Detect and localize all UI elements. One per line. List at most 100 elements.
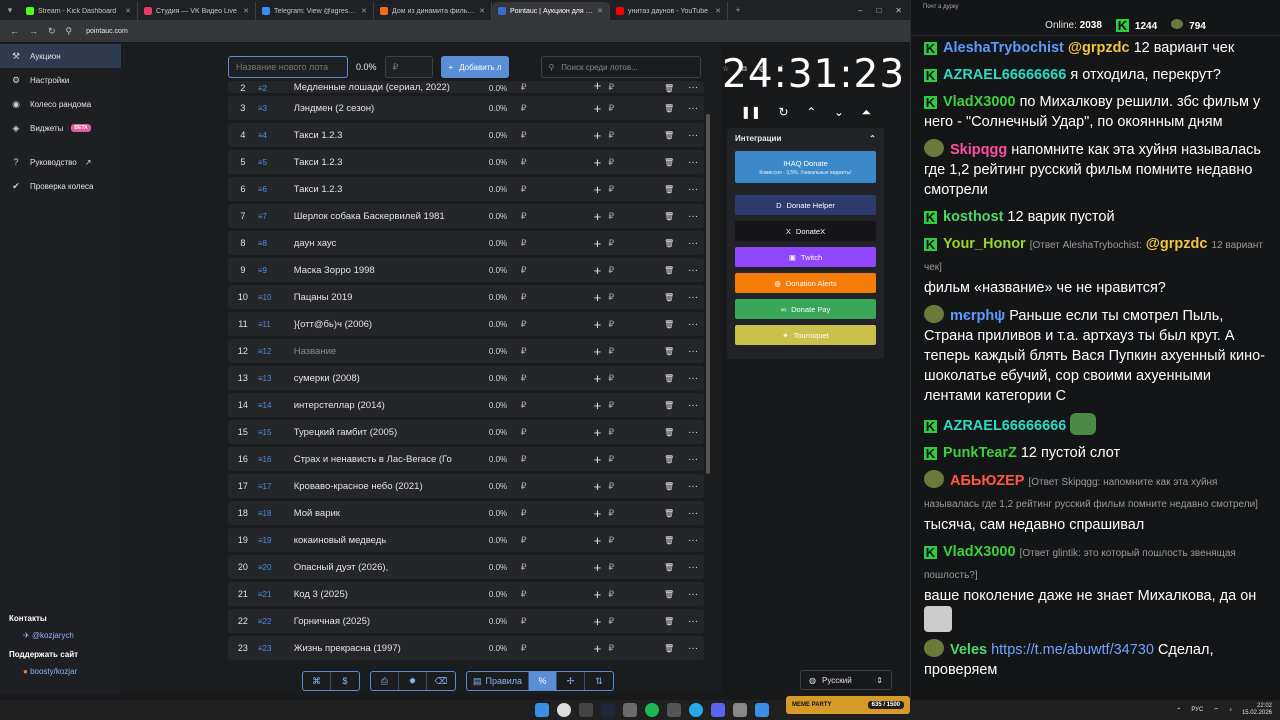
- explorer-icon[interactable]: [579, 703, 593, 717]
- lot-id[interactable]: ≡19: [258, 536, 294, 545]
- browser-tab[interactable]: унитаз даунов - YouTube ✕: [610, 2, 728, 20]
- lot-name-input[interactable]: Такси 1.2.3: [294, 130, 489, 141]
- lot-id[interactable]: ≡17: [258, 482, 294, 491]
- lot-add-input[interactable]: ₽: [608, 184, 656, 195]
- lot-search-input[interactable]: ⚲ Поиск среди лотов...: [541, 56, 702, 78]
- chat-username[interactable]: АБЬЮZЕР: [950, 473, 1024, 489]
- chat-username[interactable]: PunkTearZ: [943, 445, 1017, 461]
- more-icon[interactable]: ···: [682, 427, 704, 438]
- add-amount-button[interactable]: +: [586, 209, 608, 224]
- add-amount-button[interactable]: +: [586, 101, 608, 116]
- lot-name-input[interactable]: Страх и ненависть в Лас-Вегасе (Го: [294, 454, 489, 465]
- maximize-button[interactable]: □: [876, 6, 881, 15]
- more-icon[interactable]: ···: [682, 157, 704, 168]
- spotify-icon[interactable]: [645, 703, 659, 717]
- add-amount-button[interactable]: +: [586, 479, 608, 494]
- app2-icon[interactable]: [733, 703, 747, 717]
- chat-username[interactable]: Your_Honor: [943, 236, 1026, 252]
- more-icon[interactable]: ···: [682, 481, 704, 492]
- browser-tab[interactable]: Stream - Kick Dashboard ✕: [20, 2, 138, 20]
- add-amount-button[interactable]: +: [586, 236, 608, 251]
- more-icon[interactable]: ···: [682, 535, 704, 546]
- telegram-taskbar-icon[interactable]: [689, 703, 703, 717]
- delete-icon[interactable]: 🗑: [656, 590, 682, 599]
- reset-icon[interactable]: ↻: [779, 105, 789, 120]
- lot-id[interactable]: ≡9: [258, 266, 294, 275]
- more-icon[interactable]: ···: [682, 508, 704, 519]
- lot-add-input[interactable]: ₽: [608, 643, 656, 654]
- new-lot-input[interactable]: Название нового лота: [228, 56, 348, 78]
- chat-username[interactable]: kosthost: [943, 209, 1003, 225]
- add-amount-button[interactable]: +: [586, 155, 608, 170]
- browser-tab[interactable]: Дом из динамита фильм, 2025 ✕: [374, 2, 492, 20]
- lot-add-input[interactable]: ₽: [608, 454, 656, 465]
- chrome-icon[interactable]: [557, 703, 571, 717]
- delete-icon[interactable]: 🗑: [656, 536, 682, 545]
- more-icon[interactable]: ···: [682, 82, 704, 93]
- more-icon[interactable]: ···: [682, 103, 704, 114]
- add-amount-button[interactable]: +: [586, 344, 608, 359]
- url-text[interactable]: pointauc.com: [86, 28, 128, 35]
- integration-donate-pay-button[interactable]: ∞ Donate Pay: [735, 299, 876, 319]
- more-icon[interactable]: ···: [682, 319, 704, 330]
- lot-list-scrollbar[interactable]: [706, 114, 710, 474]
- delete-icon[interactable]: 🗑: [656, 239, 682, 248]
- add-amount-button[interactable]: +: [586, 533, 608, 548]
- lot-name-input[interactable]: Маска Зорро 1998: [294, 265, 489, 276]
- clear-button[interactable]: ⌫: [427, 672, 455, 690]
- back-icon[interactable]: ←: [10, 26, 19, 36]
- delete-icon[interactable]: 🗑: [656, 509, 682, 518]
- more-icon[interactable]: ···: [682, 130, 704, 141]
- integration-donation-alerts-button[interactable]: ◍ Donation Alerts: [735, 273, 876, 293]
- new-tab-button[interactable]: +: [728, 0, 748, 20]
- lot-add-input[interactable]: ₽: [608, 589, 656, 600]
- tray-up-icon[interactable]: ⌃: [1176, 707, 1181, 714]
- decrease-icon[interactable]: ⌄: [834, 105, 844, 120]
- lot-name-input[interactable]: Жизнь прекрасна (1997): [294, 643, 489, 654]
- github-button[interactable]: ⌘: [303, 672, 331, 690]
- chat-username[interactable]: AZRAEL66666666: [943, 67, 1066, 83]
- delete-icon[interactable]: 🗑: [656, 84, 682, 93]
- more-icon[interactable]: ···: [682, 292, 704, 303]
- lot-id[interactable]: ≡10: [258, 293, 294, 302]
- clock[interactable]: 22:02 15.02.2026: [1242, 703, 1272, 717]
- lot-id[interactable]: ≡20: [258, 563, 294, 572]
- telegram-link[interactable]: ✈ @kozjarych: [23, 631, 78, 640]
- tab-close-icon[interactable]: ✕: [715, 7, 721, 15]
- lot-add-input[interactable]: ₽: [608, 319, 656, 330]
- add-amount-button[interactable]: +: [586, 641, 608, 656]
- lot-id[interactable]: ≡3: [258, 104, 294, 113]
- more-icon[interactable]: ···: [682, 643, 704, 654]
- obs-icon[interactable]: [667, 703, 681, 717]
- chat-link[interactable]: https://t.me/abuwtf/34730: [991, 642, 1154, 658]
- app3-icon[interactable]: [755, 703, 769, 717]
- lot-add-input[interactable]: ₽: [608, 616, 656, 627]
- more-icon[interactable]: ···: [682, 616, 704, 627]
- delete-icon[interactable]: 🗑: [656, 212, 682, 221]
- lot-add-input[interactable]: ₽: [608, 265, 656, 276]
- sidebar-item-wheel-check[interactable]: ✔ Проверка колеса: [0, 174, 121, 198]
- lot-name-input[interactable]: интерстеллар (2014): [294, 400, 489, 411]
- lot-add-input[interactable]: ₽: [608, 535, 656, 546]
- lot-add-input[interactable]: ₽: [608, 103, 656, 114]
- integration-twitch-button[interactable]: ▣ Twitch: [735, 247, 876, 267]
- expand-button[interactable]: ✢: [557, 672, 586, 690]
- rules-button[interactable]: ▤ Правила: [467, 672, 530, 690]
- lot-add-input[interactable]: ₽: [608, 157, 656, 168]
- increase-icon[interactable]: ⌃: [806, 105, 816, 120]
- more-icon[interactable]: ···: [682, 211, 704, 222]
- lot-add-input[interactable]: ₽: [608, 400, 656, 411]
- lot-add-input[interactable]: ₽: [608, 292, 656, 303]
- forward-icon[interactable]: →: [29, 26, 38, 36]
- delete-icon[interactable]: 🗑: [656, 293, 682, 302]
- new-lot-amount-input[interactable]: ₽: [384, 56, 433, 78]
- delete-icon[interactable]: 🗑: [656, 455, 682, 464]
- lot-id[interactable]: ≡8: [258, 239, 294, 248]
- more-icon[interactable]: ···: [682, 265, 704, 276]
- add-amount-button[interactable]: +: [586, 317, 608, 332]
- add-amount-button[interactable]: +: [586, 614, 608, 629]
- add-amount-button[interactable]: +: [586, 290, 608, 305]
- lot-name-input[interactable]: Лэндмен (2 сезон): [294, 103, 489, 114]
- tab-menu-button[interactable]: ▾: [0, 0, 20, 20]
- reload-icon[interactable]: ↻: [48, 26, 56, 37]
